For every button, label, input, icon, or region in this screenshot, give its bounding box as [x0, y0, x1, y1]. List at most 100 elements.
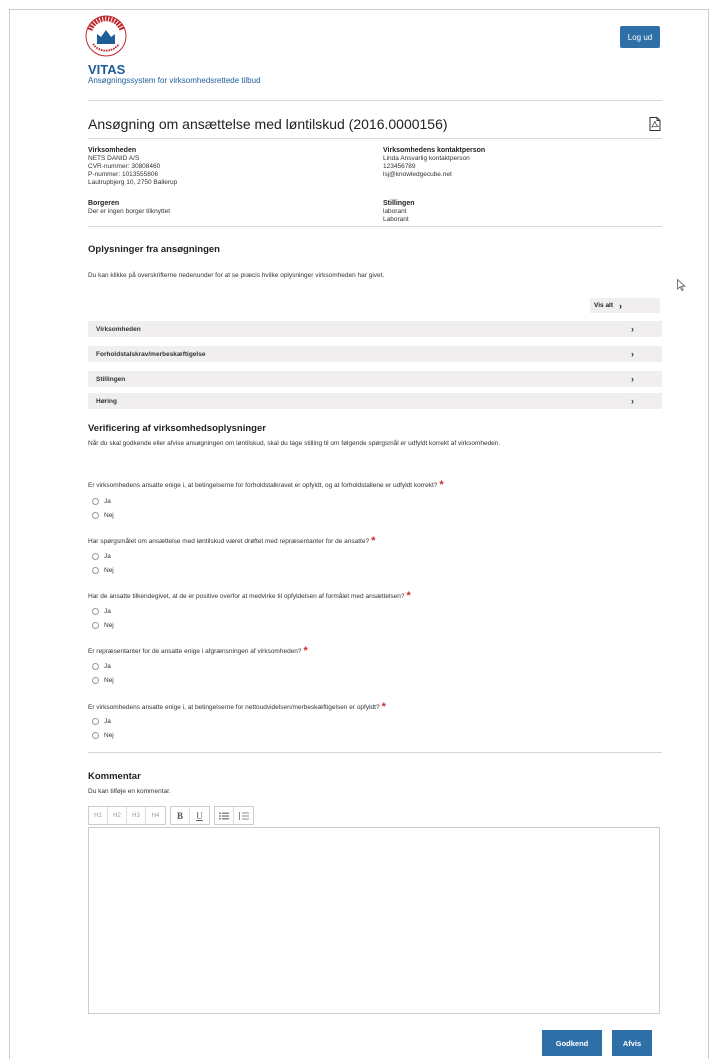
editor-toolbar: H1 H2 H3 H4 B U [88, 806, 254, 825]
question-text: Er repræsentanter for de ansatte enige i… [88, 648, 302, 655]
oplysninger-intro: Du kan klikke på overskrifterne nedenund… [88, 272, 385, 279]
accordion-stillingen[interactable]: Stillingen › [88, 371, 662, 387]
citizen-details: Der er ingen borger tilknyttet [88, 208, 170, 216]
accordion-label: Forholdstalskrav/merbeskæftigelse [96, 350, 206, 358]
approve-button[interactable]: Godkend [542, 1030, 602, 1056]
company-pnumber: P-nummer: 1013555806 [88, 171, 159, 178]
h1-button[interactable]: H1 [89, 807, 108, 824]
radio-circle-icon [92, 718, 99, 725]
required-marker: * [406, 590, 411, 602]
pdf-icon[interactable] [649, 117, 661, 131]
accordion-label: Virksomheden [96, 325, 141, 333]
company-label: Virksomheden [88, 147, 137, 154]
show-all-button[interactable]: Vis alt › [590, 298, 660, 313]
divider [88, 100, 662, 101]
radio-label: Nej [104, 622, 114, 629]
logout-button[interactable]: Log ud [620, 26, 660, 48]
question-5: Er virksomhedens ansatte enige i, at bet… [88, 701, 386, 713]
divider [88, 226, 662, 227]
accordion-hoering[interactable]: Høring › [88, 393, 662, 409]
chevron-right-icon: › [631, 349, 634, 359]
contact-name: Linda Ansvarlig kontaktperson [383, 155, 470, 162]
question-text: Har de ansatte tilkendegivet, at de er p… [88, 593, 405, 600]
radio-q4-ja[interactable]: Ja [92, 663, 111, 670]
question-text: Er virksomhedens ansatte enige i, at bet… [88, 704, 380, 711]
accordion-label: Høring [96, 397, 117, 405]
mouse-cursor-icon [677, 279, 686, 291]
required-marker: * [303, 645, 308, 657]
list-group [214, 806, 254, 825]
reject-button[interactable]: Afvis [612, 1030, 652, 1056]
chevron-right-icon: › [619, 300, 623, 311]
citizen-label: Borgeren [88, 200, 120, 207]
bullet-list-button[interactable] [215, 807, 234, 824]
question-4: Er repræsentanter for de ansatte enige i… [88, 645, 308, 657]
position-label: Stillingen [383, 200, 415, 207]
h2-button[interactable]: H2 [108, 807, 127, 824]
contact-details: Linda Ansvarlig kontaktperson 123456789 … [383, 155, 470, 179]
numbered-list-icon [238, 811, 249, 820]
company-name: NETS DANID A/S [88, 155, 140, 162]
radio-circle-icon [92, 512, 99, 519]
brand-subtitle: Ansøgningssystem for virksomhedsrettede … [88, 76, 261, 85]
show-all-label: Vis alt [594, 302, 614, 309]
verification-intro: Når du skal godkende eller afvise ansøgn… [88, 440, 501, 447]
radio-label: Ja [104, 718, 111, 725]
question-3: Har de ansatte tilkendegivet, at de er p… [88, 590, 411, 602]
chevron-right-icon: › [631, 324, 634, 334]
bullet-list-icon [219, 812, 229, 819]
comment-intro: Du kan tilføje en kommentar. [88, 788, 171, 795]
radio-q3-nej[interactable]: Nej [92, 622, 114, 629]
radio-q2-ja[interactable]: Ja [92, 553, 111, 560]
radio-q1-ja[interactable]: Ja [92, 498, 111, 505]
radio-label: Nej [104, 512, 114, 519]
radio-label: Ja [104, 498, 111, 505]
divider [88, 752, 662, 753]
radio-circle-icon [92, 622, 99, 629]
question-1: Er virksomhedens ansatte enige i, at bet… [88, 479, 444, 491]
required-marker: * [381, 701, 386, 713]
chevron-right-icon: › [631, 396, 634, 406]
comment-editor[interactable] [88, 827, 660, 1014]
underline-button[interactable]: U [190, 807, 209, 824]
radio-q3-ja[interactable]: Ja [92, 608, 111, 615]
h3-button[interactable]: H3 [127, 807, 146, 824]
position-name: laborant [383, 208, 407, 215]
radio-q2-nej[interactable]: Nej [92, 567, 114, 574]
accordion-forholdstalskrav[interactable]: Forholdstalskrav/merbeskæftigelse › [88, 346, 662, 362]
company-address: Lautrupbjerg 10, 2750 Ballerup [88, 179, 178, 186]
accordion-virksomheden[interactable]: Virksomheden › [88, 321, 662, 337]
radio-circle-icon [92, 553, 99, 560]
contact-email: lsj@knowledgecube.net [383, 171, 452, 178]
accordion-label: Stillingen [96, 375, 126, 383]
position-details: laborant Laborant [383, 208, 409, 224]
radio-q5-ja[interactable]: Ja [92, 718, 111, 725]
contact-phone: 123456789 [383, 163, 416, 170]
radio-q1-nej[interactable]: Nej [92, 512, 114, 519]
radio-circle-icon [92, 498, 99, 505]
question-text: Er virksomhedens ansatte enige i, at bet… [88, 482, 438, 489]
citizen-status: Der er ingen borger tilknyttet [88, 208, 171, 215]
radio-circle-icon [92, 608, 99, 615]
radio-circle-icon [92, 732, 99, 739]
agency-logo [85, 15, 127, 57]
position-title: Laborant [383, 216, 409, 223]
contact-label: Virksomhedens kontaktperson [383, 147, 486, 154]
numbered-list-button[interactable] [234, 807, 253, 824]
radio-q5-nej[interactable]: Nej [92, 732, 114, 739]
oplysninger-heading: Oplysninger fra ansøgningen [88, 244, 220, 255]
question-text: Har spørgsmålet om ansættelse med løntil… [88, 538, 370, 545]
radio-label: Ja [104, 553, 111, 560]
radio-circle-icon [92, 677, 99, 684]
radio-label: Ja [104, 663, 111, 670]
required-marker: * [371, 535, 376, 547]
required-marker: * [439, 479, 444, 491]
h4-button[interactable]: H4 [146, 807, 165, 824]
company-details: NETS DANID A/S CVR-nummer: 30808460 P-nu… [88, 155, 177, 187]
page-title: Ansøgning om ansættelse med løntilskud (… [88, 116, 448, 132]
brand-name: VITAS [88, 62, 126, 77]
radio-label: Nej [104, 567, 114, 574]
bold-button[interactable]: B [171, 807, 190, 824]
radio-q4-nej[interactable]: Nej [92, 677, 114, 684]
chevron-right-icon: › [631, 374, 634, 384]
